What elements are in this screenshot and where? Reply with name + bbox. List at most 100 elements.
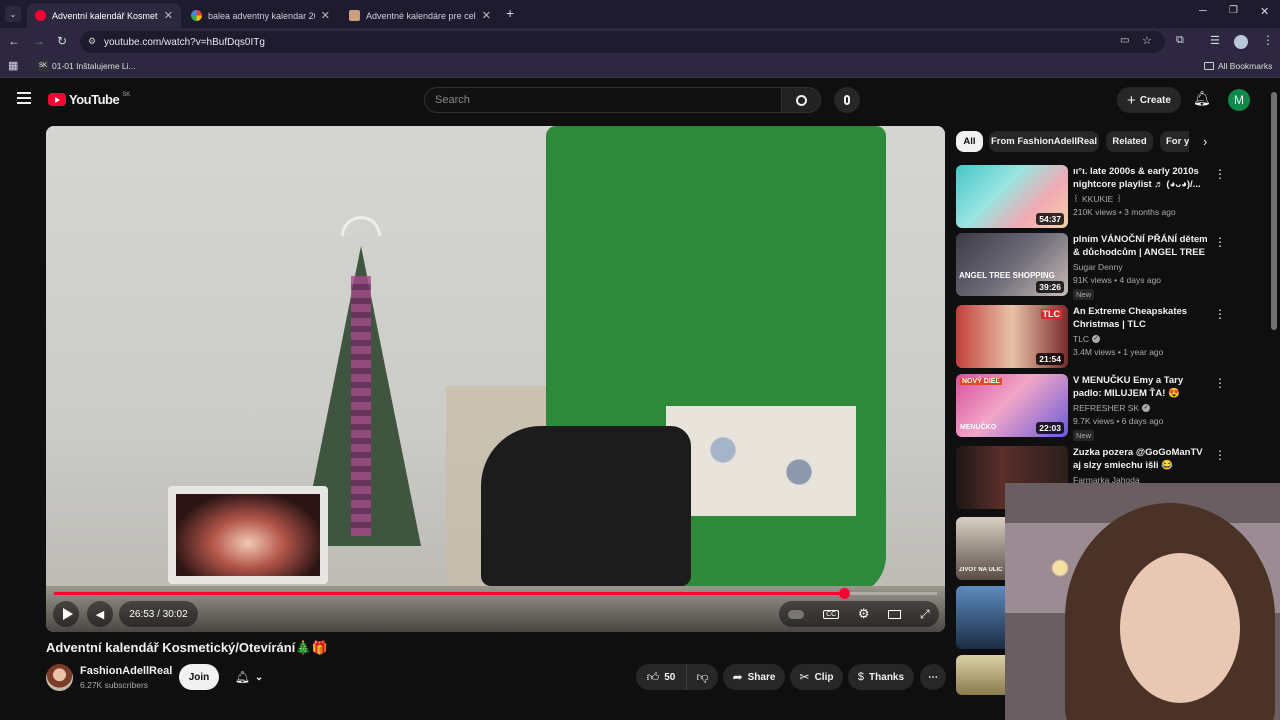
back-icon[interactable]: ← [8, 34, 20, 48]
youtube-logo[interactable]: YouTube SK [48, 92, 130, 107]
video-thumbnail: NOVÝ DIEĽ MENUČKO 22:03 [956, 374, 1068, 437]
more-horizontal-icon: ⋯ [928, 671, 938, 683]
video-menu-icon[interactable]: ⋮ [1214, 235, 1226, 249]
view-meta: 3.4M views • 1 year ago [1073, 347, 1164, 357]
view-meta: 210K views • 3 months ago [1073, 207, 1176, 217]
channel-avatar[interactable] [46, 664, 73, 691]
right-controls: CC ⚙ ⤢ [779, 601, 939, 627]
youtube-favicon-icon [35, 10, 46, 21]
play-icon [62, 608, 73, 620]
chip-all[interactable]: All [956, 131, 983, 152]
video-menu-icon[interactable]: ⋮ [1214, 307, 1226, 321]
forward-icon[interactable]: → [33, 34, 45, 48]
video-title: Adventní kalendář Kosmetický/Otevírání🎄🎁 [46, 640, 328, 655]
search-placeholder: Search [435, 94, 470, 106]
account-avatar[interactable]: M [1228, 89, 1250, 111]
subscribe-notifications-button[interactable]: 🔔︎ ⌄ [224, 664, 274, 690]
tab-close-icon[interactable]: ✕ [482, 9, 491, 22]
site-settings-icon[interactable]: ⚙ [88, 36, 96, 47]
more-actions-button[interactable]: ⋯ [920, 664, 946, 690]
create-button[interactable]: + Create [1117, 87, 1181, 113]
like-button[interactable]: 👍︎ 50 [636, 664, 686, 690]
theater-mode-icon[interactable] [888, 609, 902, 619]
floral-pants-image [666, 406, 856, 516]
extensions-icon[interactable]: ⧉ [1176, 34, 1184, 47]
bell-icon: 🔔︎ [234, 670, 250, 684]
minimize-window-button[interactable]: ─ [1199, 5, 1207, 17]
subtitles-cc-icon[interactable]: CC [823, 609, 840, 619]
video-progress-bar[interactable] [54, 588, 937, 599]
recommended-video[interactable]: ANGEL TREE SHOPPING 39:26 plním VÁNOČNÍ … [956, 233, 1246, 300]
volume-icon: ◀︎ [95, 608, 105, 621]
like-count: 50 [664, 671, 676, 683]
mic-icon [844, 95, 850, 105]
video-menu-icon[interactable]: ⋮ [1214, 448, 1226, 462]
tab-search-button[interactable]: ⌄ [5, 6, 21, 22]
video-thumbnail: TLC 21:54 [956, 305, 1068, 368]
avatar-letter: M [1234, 93, 1244, 107]
apps-grid-icon[interactable]: ▦ [8, 59, 18, 72]
search-button[interactable] [781, 87, 821, 113]
settings-gear-icon[interactable]: ⚙ [858, 606, 870, 622]
address-toolbar: ← → ↻ ⚙ youtube.com/watch?v=hBufDqs0ITg … [0, 28, 1280, 56]
thumbs-up-icon: 👍︎ [646, 669, 660, 684]
recommended-video[interactable]: 54:37 ıı°ı. late 2000s & early 2010s nig… [956, 165, 1246, 229]
notifications-bell-icon[interactable]: 🔔︎ [1193, 90, 1211, 107]
folder-icon [1204, 62, 1214, 70]
thumbnail-text: ANGEL TREE SHOPPING [959, 271, 1055, 280]
address-bar[interactable]: ⚙ youtube.com/watch?v=hBufDqs0ITg ▭ ☆ [80, 31, 1165, 53]
video-menu-icon[interactable]: ⋮ [1214, 167, 1226, 181]
channel-name[interactable]: FashionAdellReal [80, 665, 172, 677]
new-tab-button[interactable]: + [506, 5, 514, 21]
restore-window-button[interactable]: ❐ [1229, 5, 1238, 16]
tab-google-search[interactable]: balea adventny kalendar 2025 ✕ [183, 3, 338, 28]
chips-next-chevron-icon[interactable]: › [1203, 134, 1207, 149]
clip-label: Clip [814, 671, 834, 683]
youtube-wordmark: YouTube [69, 92, 120, 107]
play-button[interactable] [53, 601, 79, 627]
recommended-video[interactable]: NOVÝ DIEĽ MENUČKO 22:03 V MENUČKU Emy a … [956, 374, 1246, 441]
reading-list-icon[interactable]: ☰ [1210, 34, 1220, 47]
share-button[interactable]: ➦ Share [723, 664, 785, 690]
tab-close-icon[interactable]: ✕ [164, 9, 173, 22]
clip-button[interactable]: ✂ Clip [790, 664, 843, 690]
profile-avatar[interactable] [1234, 35, 1248, 49]
browser-menu-icon[interactable]: ⋮ [1262, 33, 1274, 47]
join-button[interactable]: Join [179, 664, 219, 690]
voice-search-button[interactable] [834, 87, 860, 113]
chip-related[interactable]: Related [1106, 131, 1153, 152]
bookmark-star-icon[interactable]: ☆ [1142, 34, 1152, 47]
video-title: plním VÁNOČNÍ PŘÁNÍ dětem & důchodcům | … [1073, 234, 1208, 258]
search-input[interactable]: Search [424, 87, 782, 113]
video-player[interactable]: ◀︎ 26:53 / 30:02 CC ⚙ ⤢ [46, 126, 945, 632]
chip-label: Related [1112, 136, 1147, 147]
url-text: youtube.com/watch?v=hBufDqs0ITg [104, 36, 265, 48]
autoplay-toggle-icon[interactable] [788, 609, 805, 619]
page-scrollbar[interactable] [1271, 92, 1277, 330]
cast-icon[interactable]: ▭ [1120, 35, 1129, 46]
chevron-down-icon: ⌄ [254, 671, 264, 683]
laptop-fireplace-image [168, 486, 328, 584]
close-window-button[interactable]: ✕ [1260, 5, 1269, 18]
share-arrow-icon: ➦ [732, 670, 743, 684]
dislike-button[interactable]: 👎︎ [686, 664, 718, 690]
channel-label: REFRESHER SK [1073, 403, 1140, 413]
guide-menu-icon[interactable] [17, 92, 31, 104]
all-bookmarks-button[interactable]: All Bookmarks [1204, 61, 1272, 71]
tab-close-icon[interactable]: ✕ [321, 9, 330, 22]
time-text: 26:53 / 30:02 [129, 608, 188, 620]
thanks-button[interactable]: $ Thanks [848, 664, 914, 690]
video-menu-icon[interactable]: ⋮ [1214, 376, 1226, 390]
tab-youtube-video[interactable]: Adventní kalendář Kosmetický/O ✕ [27, 3, 181, 28]
recommended-video[interactable]: TLC 21:54 An Extreme Cheapskates Christm… [956, 305, 1246, 369]
tab-advent-calendars[interactable]: Adventné kalendáre pre celú ro ✕ [341, 3, 499, 28]
fullscreen-icon[interactable]: ⤢ [920, 607, 930, 622]
reload-icon[interactable]: ↻ [57, 34, 67, 48]
volume-button[interactable]: ◀︎ [87, 601, 113, 627]
chip-for-you[interactable]: For y [1160, 131, 1189, 152]
chip-from-channel[interactable]: From FashionAdellReal [989, 131, 1099, 152]
video-thumbnail[interactable] [956, 655, 1005, 695]
video-thumbnail[interactable] [956, 586, 1005, 649]
video-thumbnail[interactable]: ŽIVOT NA ULIC [956, 517, 1005, 580]
bookmark-item[interactable]: SK 01-01 Inštalujeme Li... [38, 61, 136, 71]
